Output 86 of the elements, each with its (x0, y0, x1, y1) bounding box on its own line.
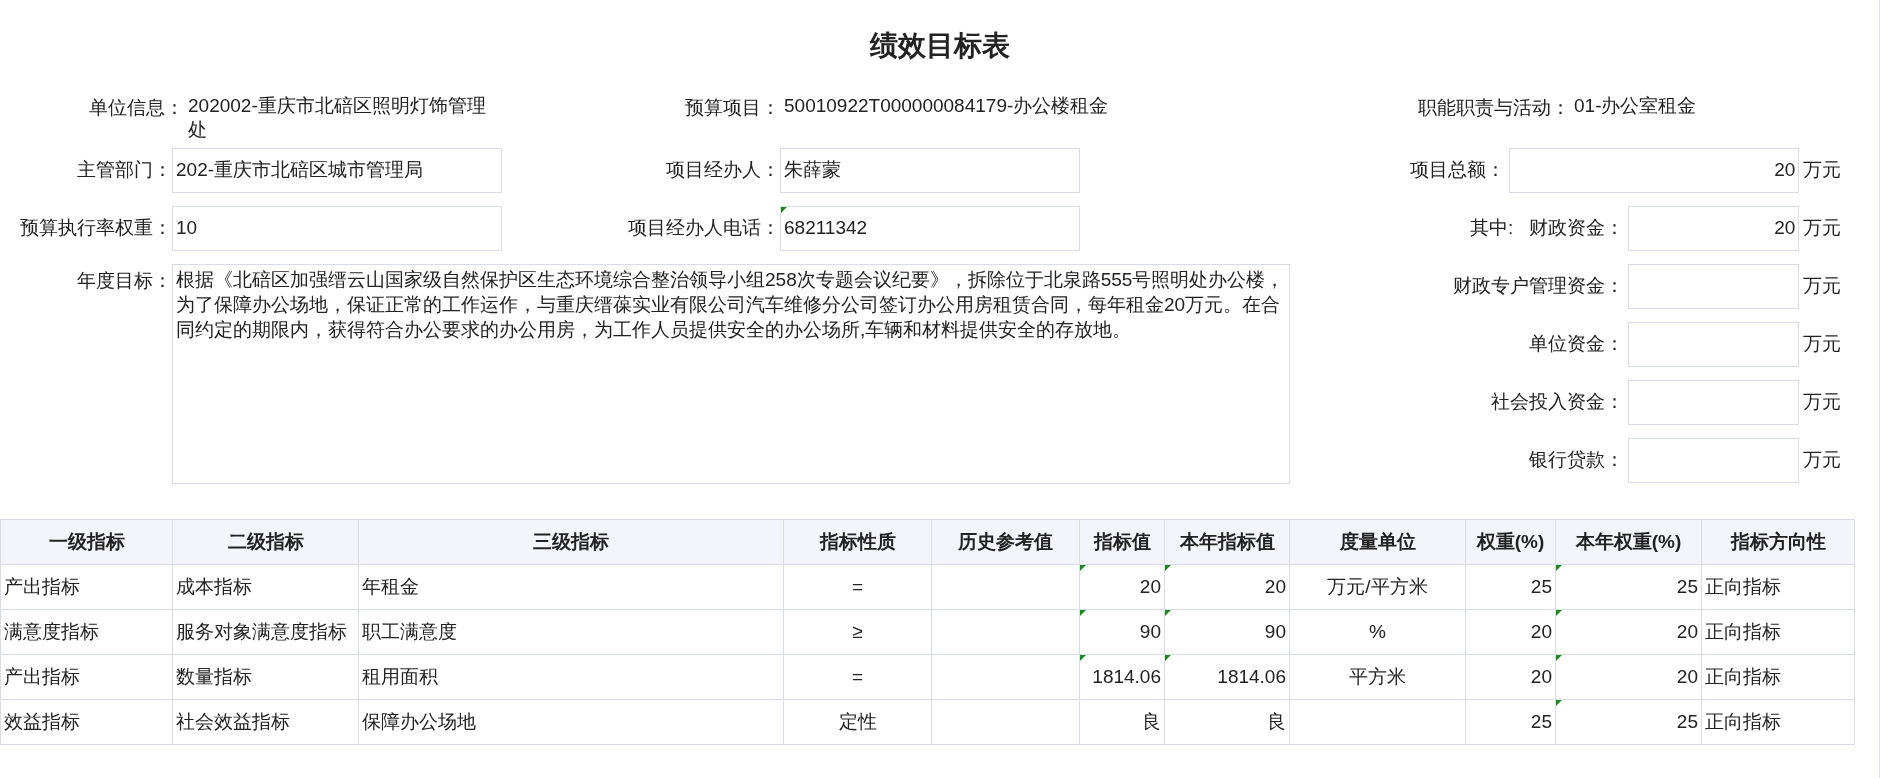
table-cell: 服务对象满意度指标 (172, 609, 359, 655)
unit-label: 万元 (1802, 274, 1842, 299)
table-cell: 产出指标 (0, 654, 173, 700)
table-cell: 20 (1555, 609, 1702, 655)
table-cell: 产出指标 (0, 564, 173, 610)
table-cell: 20 (1555, 654, 1702, 700)
text-area[interactable]: 根据《北碚区加强缙云山国家级自然保护区生态环境综合整治领导小组258次专题会议纪要》，拆除位于北泉路555号照明处办公楼，为了保障办公场地，保证正常的工作运作，与重庆缙葆实业有限公司汽车维修分公司签订办公用房租赁合同，每年租金20万元。在合同约定的期限内，获得符合办公要求的办公用房，为工作人员提供安全的办公场所,车辆和材料提供安全的存放地。 (172, 264, 1290, 484)
table-cell: 20 (1465, 654, 1556, 700)
column-header: 指标值 (1079, 519, 1165, 565)
field-label: 项目总额： (1410, 158, 1506, 183)
table-cell: 成本指标 (172, 564, 359, 610)
field-label: 项目经办人： (665, 158, 780, 183)
input-field[interactable] (1628, 380, 1800, 425)
table-cell: 90 (1079, 609, 1165, 655)
unit-label: 万元 (1802, 332, 1842, 357)
unit-label: 万元 (1802, 216, 1842, 241)
field-label: 银行贷款： (1529, 448, 1625, 473)
field-label: 单位信息： (88, 96, 184, 120)
table-cell: 25 (1555, 564, 1702, 610)
table-cell: 满意度指标 (0, 609, 173, 655)
table-cell: 良 (1079, 699, 1165, 745)
unit-label: 万元 (1802, 448, 1842, 473)
input-field[interactable] (1628, 438, 1800, 483)
unit-label: 万元 (1802, 158, 1842, 183)
field-label: 项目经办人电话： (627, 216, 780, 241)
input-field[interactable]: 朱薛蒙 (780, 148, 1080, 193)
column-header: 权重(%) (1465, 519, 1556, 565)
field-value: 202002-重庆市北碚区照明灯饰管理处 (187, 94, 487, 142)
column-header: 一级指标 (0, 519, 173, 565)
table-cell: 万元/平方米 (1289, 564, 1466, 610)
table-cell: 25 (1465, 564, 1556, 610)
field-value: 01-办公室租金 (1573, 94, 1698, 118)
table-cell: 25 (1555, 699, 1702, 745)
table-cell: = (783, 564, 932, 610)
column-header: 本年指标值 (1164, 519, 1290, 565)
column-header: 度量单位 (1289, 519, 1466, 565)
table-cell: 25 (1465, 699, 1556, 745)
field-label: 单位资金： (1529, 332, 1625, 357)
table-cell: % (1289, 609, 1466, 655)
field-label: 财政专户管理资金： (1453, 274, 1625, 299)
column-header: 本年权重(%) (1555, 519, 1702, 565)
table-cell: 90 (1164, 609, 1290, 655)
table-cell: 效益指标 (0, 699, 173, 745)
field-label: 职能职责与活动： (1417, 96, 1570, 120)
field-label: 预算执行率权重： (19, 216, 172, 241)
input-field[interactable]: 20 (1509, 148, 1800, 193)
column-header: 历史参考值 (931, 519, 1080, 565)
table-cell: 正向指标 (1701, 609, 1855, 655)
table-cell: 20 (1465, 609, 1556, 655)
table-cell: 良 (1164, 699, 1290, 745)
table-cell: 年租金 (358, 564, 784, 610)
column-header: 指标方向性 (1701, 519, 1855, 565)
unit-label: 万元 (1802, 390, 1842, 415)
table-cell: 1814.06 (1164, 654, 1290, 700)
field-value: 50010922T000000084179-办公楼租金 (783, 94, 1110, 118)
column-header: 三级指标 (358, 519, 784, 565)
field-label: 其中: (1470, 216, 1514, 241)
table-cell: 20 (1164, 564, 1290, 610)
table-cell: 保障办公场地 (358, 699, 784, 745)
input-field[interactable] (1628, 322, 1800, 367)
input-field[interactable]: 202-重庆市北碚区城市管理局 (172, 148, 502, 193)
table-cell: 社会效益指标 (172, 699, 359, 745)
column-header: 指标性质 (783, 519, 932, 565)
column-header: 二级指标 (172, 519, 359, 565)
table-cell: 租用面积 (358, 654, 784, 700)
table-cell: 正向指标 (1701, 564, 1855, 610)
form-title: 绩效目标表 (869, 29, 1010, 63)
table-cell: = (783, 654, 932, 700)
field-label: 财政资金： (1529, 216, 1625, 241)
input-field[interactable]: 10 (172, 206, 502, 251)
table-cell: 数量指标 (172, 654, 359, 700)
field-label: 预算项目： (684, 96, 780, 120)
table-cell: 平方米 (1289, 654, 1466, 700)
table-cell: 定性 (783, 699, 932, 745)
table-cell: 1814.06 (1079, 654, 1165, 700)
table-cell: ≥ (783, 609, 932, 655)
input-field[interactable] (1628, 264, 1800, 309)
table-cell: 正向指标 (1701, 654, 1855, 700)
input-field[interactable]: 68211342 (780, 206, 1080, 251)
table-cell: 正向指标 (1701, 699, 1855, 745)
table-cell: 20 (1079, 564, 1165, 610)
field-label: 社会投入资金： (1491, 390, 1625, 415)
table-cell: 职工满意度 (358, 609, 784, 655)
field-label: 年度目标： (76, 269, 172, 293)
field-label: 主管部门： (76, 158, 172, 183)
input-field[interactable]: 20 (1628, 206, 1800, 251)
